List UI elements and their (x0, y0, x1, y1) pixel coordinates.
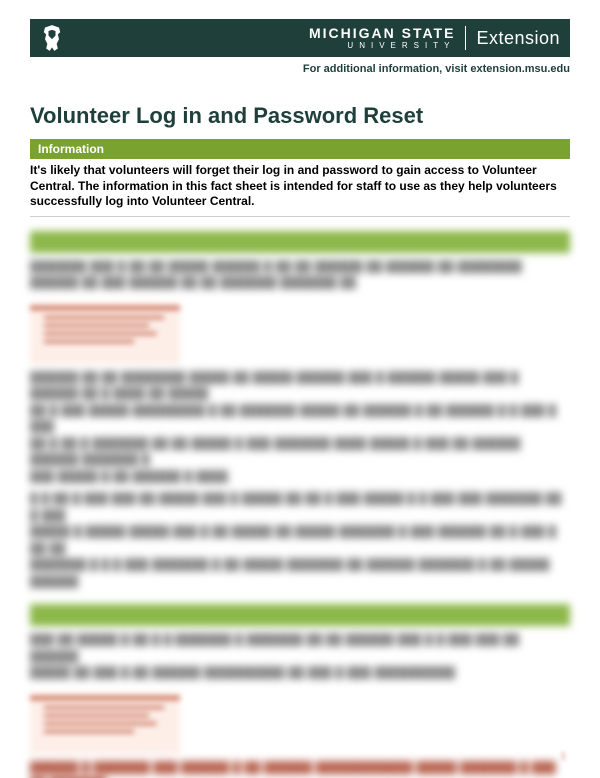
blurred-text: ██████ ██ ██ ████████ █████ ██ █████ ███… (30, 370, 570, 486)
intro-paragraph: It's likely that volunteers will forget … (30, 163, 570, 217)
section-header-information: Information (30, 139, 570, 159)
brand-bottom-line: UNIVERSITY (309, 42, 455, 50)
blurred-text: █ █ ██ █ ███ ███ ██ █████ ███ █ █████ ██… (30, 491, 570, 590)
blurred-screenshot-2 (30, 692, 180, 754)
page-title: Volunteer Log in and Password Reset (30, 103, 570, 129)
spartan-logo-icon (38, 24, 66, 52)
brand-top-line: MICHIGAN STATE (309, 26, 455, 40)
blurred-text: ███ ██ █████ █ ██ █ █ ███████ █ ███████ … (30, 632, 570, 682)
subhead-link-text: For additional information, visit extens… (30, 63, 570, 75)
blurred-screenshot-1 (30, 302, 180, 364)
header-banner: MICHIGAN STATE UNIVERSITY Extension (30, 19, 570, 57)
blurred-text: ███████ ███ █ ██ ██ █████ ██████ █ ██ ██… (30, 259, 570, 292)
page-number: 1 (560, 751, 566, 762)
brand-extension: Extension (466, 28, 560, 49)
brand-lockup: MICHIGAN STATE UNIVERSITY Extension (309, 26, 560, 50)
document-page: MICHIGAN STATE UNIVERSITY Extension For … (0, 0, 600, 778)
brand-wordmark: MICHIGAN STATE UNIVERSITY (309, 26, 466, 50)
section-header-blurred-1 (30, 231, 570, 253)
section-header-blurred-2 (30, 604, 570, 626)
blurred-text: ██████ █ ███████ ███ ██████ █ ██ ██████ … (30, 760, 570, 778)
